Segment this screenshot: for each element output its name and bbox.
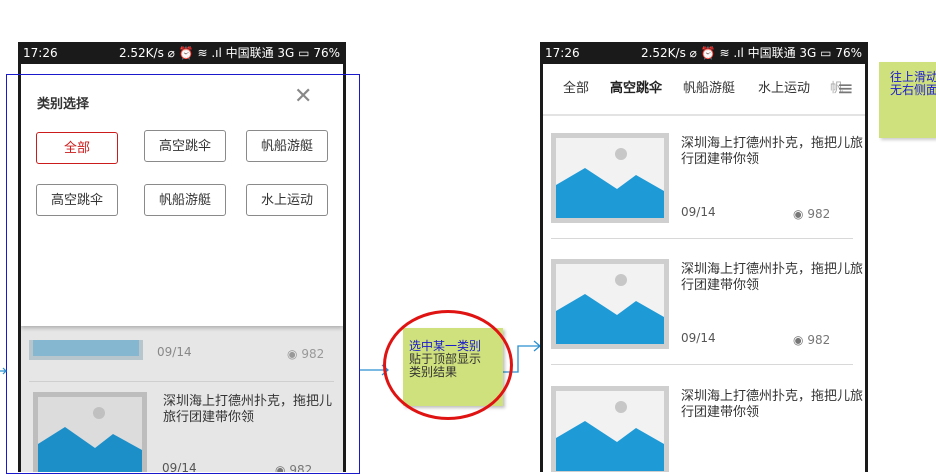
tab-watersports[interactable]: 水上运动: [758, 64, 810, 114]
status-bar: 17:26 2.52K/s ⌀ ⏰ ≋ .ıl 中国联通 3G ▭ 76%: [540, 42, 868, 64]
list-divider: [551, 238, 853, 239]
card-title[interactable]: 深圳海上打德州扑克，拖把儿旅行团建带你领: [681, 389, 863, 421]
annotation-right-line-2: 无右侧面: [890, 83, 936, 97]
highlight-frame: [6, 74, 360, 474]
status-indicators: 2.52K/s ⌀ ⏰ ≋ .ıl 中国联通 3G ▭ 76%: [118, 46, 340, 60]
status-time: 17:26: [23, 46, 58, 60]
menu-icon[interactable]: ≡: [837, 75, 854, 101]
image-placeholder-icon: [556, 138, 664, 218]
image-placeholder-icon: [556, 391, 664, 471]
annotation-line-3: 类别结果: [409, 365, 458, 379]
card-date: 09/14: [681, 331, 716, 345]
right-phone: 17:26 2.52K/s ⌀ ⏰ ≋ .ıl 中国联通 3G ▭ 76% 全部…: [540, 42, 868, 472]
card-views: ◉ 982: [793, 207, 831, 221]
annotation-note-right: 往上滑动 无右侧面: [879, 62, 936, 138]
status-indicators: 2.52K/s ⌀ ⏰ ≋ .ıl 中国联通 3G ▭ 76%: [640, 46, 862, 60]
annotation-text: 选中某一类别 贴于顶部显示 类别结果: [409, 340, 501, 379]
status-time: 17:26: [545, 46, 580, 60]
tab-bar-divider: [543, 114, 865, 116]
list-divider: [551, 364, 853, 365]
status-bar: 17:26 2.52K/s ⌀ ⏰ ≋ .ıl 中国联通 3G ▭ 76%: [18, 42, 346, 64]
card-title[interactable]: 深圳海上打德州扑克，拖把儿旅行团建带你领: [681, 136, 863, 168]
card-views: ◉ 982: [793, 333, 831, 347]
tab-yacht[interactable]: 帆船游艇: [683, 64, 735, 114]
category-tab-bar: 全部 高空跳伞 帆船游艇 水上运动 帆 ≡: [543, 64, 865, 114]
card-thumbnail: [551, 386, 669, 472]
card-title[interactable]: 深圳海上打德州扑克，拖把儿旅行团建带你领: [681, 262, 863, 294]
card-thumbnail: [551, 259, 669, 349]
eye-icon: ◉: [793, 207, 804, 221]
annotation-right-text: 往上滑动 无右侧面: [890, 71, 936, 97]
card-date: 09/14: [681, 205, 716, 219]
right-screen: 全部 高空跳伞 帆船游艇 水上运动 帆 ≡ 深圳海上打德州扑克，拖把儿旅行团建带…: [543, 64, 865, 472]
tab-skydiving[interactable]: 高空跳伞: [610, 64, 662, 114]
arrow-stub-icon: [0, 367, 7, 375]
tab-all[interactable]: 全部: [563, 64, 589, 114]
card-thumbnail: [551, 133, 669, 223]
image-placeholder-icon: [556, 264, 664, 344]
eye-icon: ◉: [793, 333, 804, 347]
